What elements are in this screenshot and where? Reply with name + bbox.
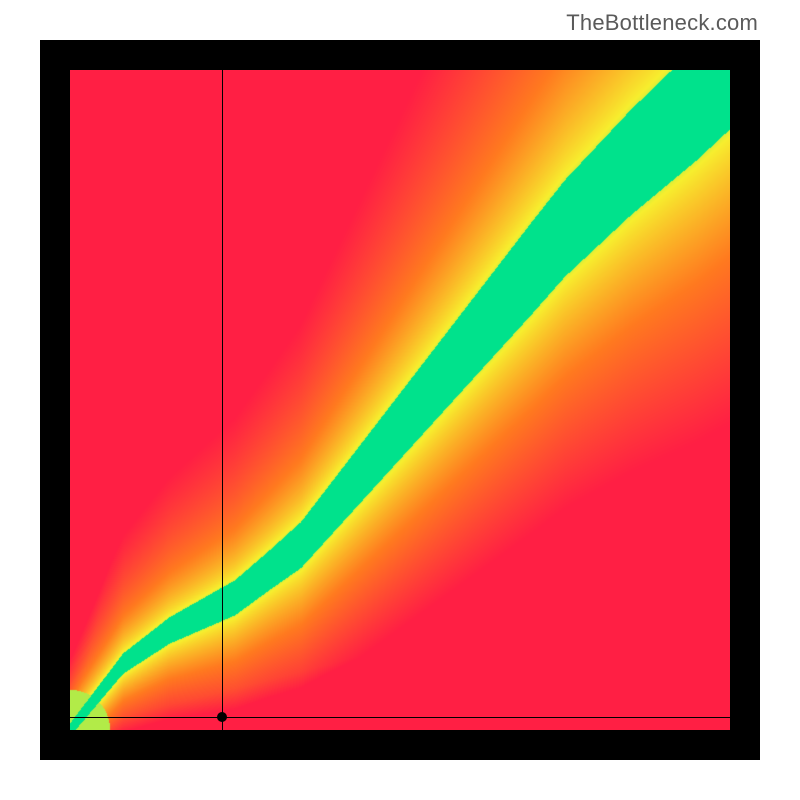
bottleneck-heatmap	[70, 70, 730, 730]
selected-point-marker	[217, 712, 227, 722]
chart-frame	[40, 40, 760, 760]
watermark-text: TheBottleneck.com	[566, 10, 758, 36]
crosshair-vertical	[222, 70, 223, 730]
crosshair-horizontal	[70, 717, 730, 718]
